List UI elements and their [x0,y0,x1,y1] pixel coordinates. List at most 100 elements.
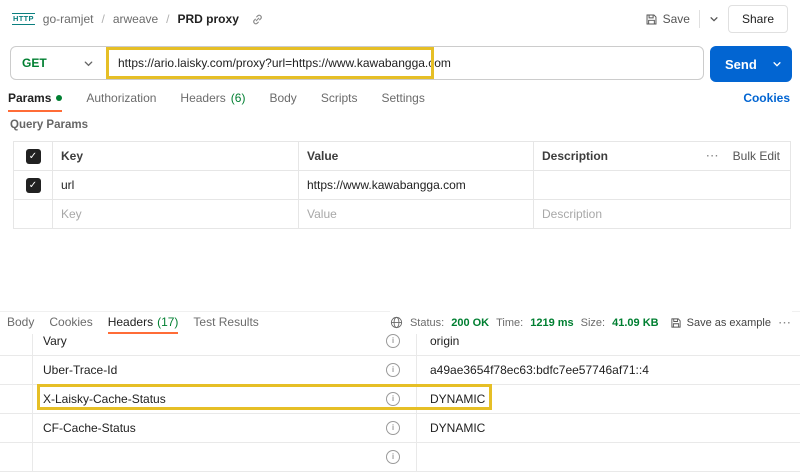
save-icon [645,13,658,26]
breadcrumb: HTTP go-ramjet / arweave / PRD proxy [12,12,645,26]
request-tabs: Params Authorization Headers (6) Body Sc… [0,88,800,112]
param-value-input[interactable]: Value [299,200,534,228]
network-globe-icon[interactable] [390,316,403,329]
column-header-description: Description [542,149,609,163]
url-input[interactable]: https://ario.laisky.com/proxy?url=https:… [118,56,451,70]
tab-scripts[interactable]: Scripts [321,88,358,112]
param-key-input[interactable]: Key [53,200,299,228]
info-icon[interactable]: i [386,363,400,377]
select-all-checkbox[interactable]: ✓ [25,148,41,164]
response-header-key: X-Laisky-Cache-Status [43,392,166,406]
tab-settings[interactable]: Settings [382,88,425,112]
tab-headers[interactable]: Headers (6) [180,88,245,112]
column-header-value: Value [299,142,534,170]
tab-authorization-label: Authorization [86,91,157,105]
time-label: Time: [496,316,524,329]
params-more-icon[interactable]: ⋯ [706,149,720,162]
table-row-partial: i [0,443,800,472]
column-header-key: Key [53,142,299,170]
query-params-table: ✓ Key Value Description ⋯ Bulk Edit ✓ ur… [13,141,791,229]
response-tab-cookies[interactable]: Cookies [49,312,92,334]
response-tab-test-results-label: Test Results [193,315,259,329]
send-label: Send [725,56,757,72]
breadcrumb-workspace[interactable]: go-ramjet [43,12,94,26]
row-gutter [0,414,33,442]
table-row: X-Laisky-Cache-Status i DYNAMIC [0,385,800,414]
response-headers-table: Vary i origin Uber-Trace-Id i a49ae3654f… [0,327,800,472]
save-as-example-label: Save as example [686,316,771,329]
tab-headers-label: Headers [180,91,226,105]
response-more-icon[interactable]: ⋯ [778,316,792,329]
response-header-key: CF-Cache-Status [43,421,136,435]
param-value-cell[interactable]: https://www.kawabangga.com [299,171,534,199]
response-header-value: a49ae3654f78ec63:bdfc7ee57746af71::4 [430,363,649,377]
request-url-bar: GET https://ario.laisky.com/proxy?url=ht… [10,46,704,80]
tab-authorization[interactable]: Authorization [86,88,156,112]
param-description-input[interactable]: Description [534,200,790,228]
response-header-value: DYNAMIC [430,392,486,406]
param-key-cell[interactable]: url [53,171,299,199]
breadcrumb-separator: / [166,12,170,26]
tab-scripts-label: Scripts [320,91,358,105]
tab-body-label: Body [269,91,297,105]
row-gutter [0,385,33,413]
response-tab-headers[interactable]: Headers (17) [107,312,179,334]
info-icon[interactable]: i [386,450,400,464]
bulk-edit-button[interactable]: Bulk Edit [733,149,780,163]
row-checkbox[interactable]: ✓ [25,177,41,193]
share-button[interactable]: Share [727,5,788,33]
query-params-header-row: ✓ Key Value Description ⋯ Bulk Edit [14,142,790,171]
status-label: Status: [409,316,445,329]
query-params-title: Query Params [10,119,88,131]
response-tab-test-results[interactable]: Test Results [193,312,258,334]
response-meta-bar: Status: 200 OK Time: 1219 ms Size: 41.09… [389,311,792,334]
size-label: Size: [580,316,606,329]
table-row: ✓ url https://www.kawabangga.com [14,171,790,200]
response-header-value [417,443,800,471]
response-tab-body-label: Body [7,315,35,329]
http-method-badge: HTTP [12,13,35,25]
response-header-key: Vary [43,334,67,348]
time-value: 1219 ms [530,316,574,329]
response-tab-body[interactable]: Body [7,312,34,334]
breadcrumb-separator: / [101,12,105,26]
row-gutter [0,356,33,384]
save-label: Save [662,12,690,26]
save-icon [670,317,682,329]
table-row: CF-Cache-Status i DYNAMIC [0,414,800,443]
method-selector[interactable]: GET [22,56,47,70]
param-description-cell[interactable] [534,171,790,199]
save-as-example-button[interactable]: Save as example [670,317,771,329]
response-tab-headers-count: (17) [157,315,179,329]
params-modified-dot [56,95,63,101]
table-row-empty: Key Value Description [14,200,790,228]
cookies-link[interactable]: Cookies [743,91,790,105]
tab-params-label: Params [8,91,52,105]
row-gutter [0,443,33,471]
response-tab-cookies-label: Cookies [49,315,93,329]
response-header-key: Uber-Trace-Id [43,363,118,377]
send-button[interactable]: Send [710,46,792,82]
send-options-chevron-icon[interactable] [772,59,782,69]
status-value: 200 OK [451,316,490,329]
save-options-chevron-icon[interactable] [709,14,719,24]
tab-settings-label: Settings [381,91,425,105]
response-header-value: DYNAMIC [430,421,486,435]
size-value: 41.09 KB [612,316,659,329]
tab-params[interactable]: Params [8,88,63,112]
response-tab-headers-label: Headers [107,315,154,329]
breadcrumb-collection[interactable]: arweave [113,12,158,26]
header-actions: Save Share [645,5,788,33]
request-header-bar: HTTP go-ramjet / arweave / PRD proxy Sav… [0,0,800,38]
info-icon[interactable]: i [386,421,400,435]
copy-link-icon[interactable] [251,13,264,26]
info-icon[interactable]: i [386,334,400,348]
tab-body[interactable]: Body [269,88,296,112]
save-button[interactable]: Save [645,12,690,26]
table-row: Uber-Trace-Id i a49ae3654f78ec63:bdfc7ee… [0,356,800,385]
info-icon[interactable]: i [386,392,400,406]
request-title[interactable]: PRD proxy [178,12,239,26]
postman-window: HTTP go-ramjet / arweave / PRD proxy Sav… [0,0,800,472]
method-chevron-icon [83,58,94,69]
tab-headers-count: (6) [230,91,246,105]
